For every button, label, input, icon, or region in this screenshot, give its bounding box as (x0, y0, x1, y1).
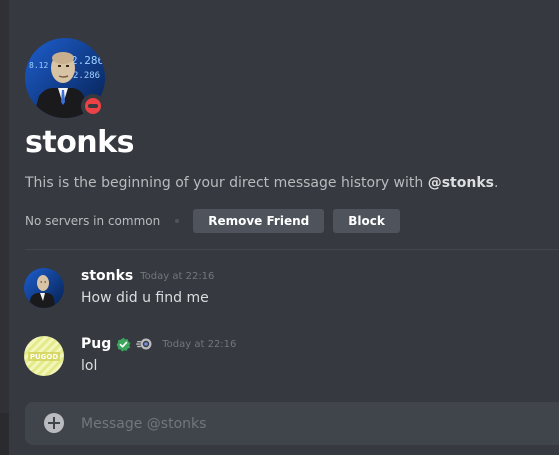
pug-avatar-label: PUGOD (30, 353, 59, 361)
user-panel-edge (0, 413, 9, 455)
message-timestamp: Today at 22:16 (140, 270, 215, 282)
svg-text:2.286: 2.286 (71, 54, 104, 67)
block-button[interactable]: Block (333, 209, 400, 233)
message-header: Pug Today at 22:16 (81, 336, 236, 352)
message-timestamp: Today at 22:16 (162, 338, 237, 350)
message-header: stonks Today at 22:16 (81, 268, 214, 284)
dm-intro-suffix: . (493, 175, 499, 191)
dm-intro-handle: @stonks (427, 175, 494, 191)
dm-intro-text: This is the beginning of your direct mes… (25, 175, 498, 191)
profile-actions: No servers in common Remove Friend Block (25, 209, 400, 233)
dm-channel: 2.286 2.286 8.12 stonks This is the begi… (0, 0, 559, 455)
svg-text:8.12: 8.12 (29, 61, 48, 70)
verified-badge-icon[interactable] (116, 337, 131, 352)
page-title: stonks (25, 125, 134, 160)
message-composer (25, 402, 559, 445)
remove-friend-button[interactable]: Remove Friend (193, 209, 325, 233)
separator-dot (175, 219, 180, 223)
dm-intro-prefix: This is the beginning of your direct mes… (25, 175, 428, 191)
message-text: lol (81, 358, 98, 374)
mutual-servers-text[interactable]: No servers in common (25, 214, 160, 228)
profile-avatar[interactable]: 2.286 2.286 8.12 (25, 38, 105, 118)
message-author[interactable]: stonks (81, 268, 133, 284)
svg-text:2.286: 2.286 (73, 71, 100, 81)
attach-plus-icon[interactable] (44, 413, 64, 433)
divider (25, 249, 559, 250)
stonks-message-avatar[interactable] (24, 268, 64, 308)
sidebar-edge (0, 0, 9, 455)
message-input[interactable] (81, 402, 551, 445)
message-author[interactable]: Pug (81, 336, 111, 352)
pug-message-avatar[interactable]: PUGOD (24, 336, 64, 376)
nitro-boost-icon[interactable] (136, 336, 152, 352)
dnd-status-icon (81, 94, 105, 118)
message-text: How did u find me (81, 290, 209, 306)
